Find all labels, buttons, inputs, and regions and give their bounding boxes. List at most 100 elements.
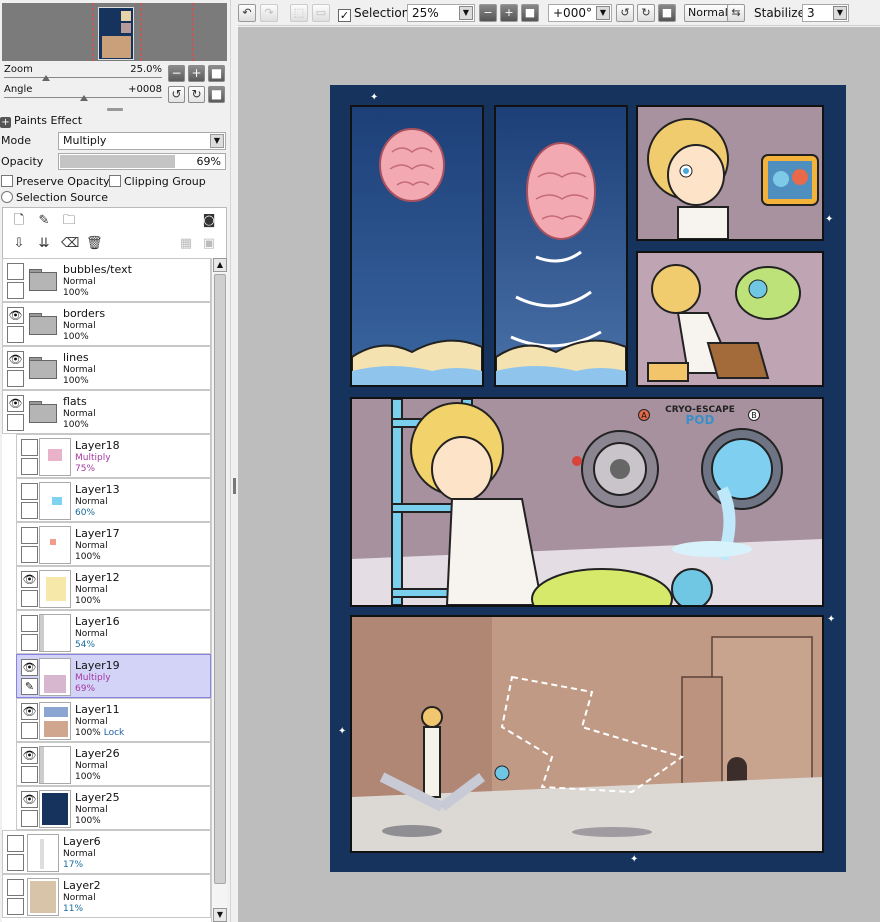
canvas-area[interactable]: ✦ ✦ ✦ ✦ ✦ CRYO-ESCAPE POD A B xyxy=(238,27,880,922)
brush-icon[interactable]: ✎ xyxy=(21,678,38,695)
selection-label: Selection xyxy=(354,6,410,20)
visibility-toggle[interactable] xyxy=(7,835,24,852)
rotate-left-button[interactable]: ↺ xyxy=(168,86,185,103)
navigator-preview[interactable] xyxy=(2,3,227,61)
toolbar-rotate-reset-button[interactable]: ■ xyxy=(658,4,676,22)
layer-select-toggle[interactable] xyxy=(21,546,38,563)
clipping-group-checkbox[interactable]: Clipping Group xyxy=(109,175,206,188)
preserve-opacity-checkbox[interactable]: Preserve Opacity xyxy=(1,175,110,188)
layer-row[interactable]: 👁 Layer11 Normal 100% Lock xyxy=(16,698,211,742)
zoom-combo[interactable]: 25% ▼ xyxy=(407,4,475,22)
comic-page[interactable]: ✦ ✦ ✦ ✦ ✦ CRYO-ESCAPE POD A B xyxy=(330,85,846,872)
layer-select-toggle[interactable] xyxy=(21,634,38,651)
layer-row[interactable]: Layer16 Normal 54% xyxy=(16,610,211,654)
toolbar-zoom-reset-button[interactable]: ■ xyxy=(521,4,539,22)
visibility-toggle[interactable] xyxy=(21,483,38,500)
eye-icon[interactable]: 👁 xyxy=(21,791,38,808)
layer-select-toggle[interactable] xyxy=(7,898,24,915)
layer-row[interactable]: 👁 Layer25 Normal 100% xyxy=(16,786,211,830)
layer-select-toggle[interactable] xyxy=(21,722,38,739)
layer-select-toggle[interactable] xyxy=(7,282,24,299)
visibility-toggle[interactable] xyxy=(21,439,38,456)
layer-select-toggle[interactable] xyxy=(7,414,24,431)
layer-select-toggle[interactable] xyxy=(21,810,38,827)
layer-row[interactable]: 👁 lines Normal 100% xyxy=(2,346,211,390)
layer-opacity-value: 11% xyxy=(63,904,84,914)
angle-thumb[interactable] xyxy=(80,95,88,101)
eye-icon[interactable]: 👁 xyxy=(7,351,24,368)
layer-mask-icon[interactable]: ◙ xyxy=(201,213,217,229)
zoom-thumb[interactable] xyxy=(42,75,50,81)
eye-icon[interactable]: 👁 xyxy=(7,395,24,412)
layer-row[interactable]: 👁 flats Normal 100% xyxy=(2,390,211,434)
left-panel: Zoom 25.0% Angle +0008 − + ■ ↺ ↻ ■ + Pain… xyxy=(0,0,230,922)
layer-select-toggle[interactable] xyxy=(21,458,38,475)
toolbar-rotate-right-button[interactable]: ↻ xyxy=(637,4,655,22)
paints-effect-toggle[interactable]: + Paints Effect xyxy=(0,114,82,128)
layer-row[interactable]: 👁 Layer12 Normal 100% xyxy=(16,566,211,610)
zoom-reset-button[interactable]: ■ xyxy=(208,65,225,82)
layer-row[interactable]: Layer6 Normal 17% xyxy=(2,830,211,874)
rotate-right-button[interactable]: ↻ xyxy=(188,86,205,103)
layer-select-toggle[interactable] xyxy=(7,370,24,387)
delete-layer-icon[interactable]: 🗑 xyxy=(86,236,103,252)
scroll-thumb[interactable] xyxy=(214,274,226,884)
layer-scrollbar[interactable]: ▲ ▼ xyxy=(211,258,227,922)
angle-combo[interactable]: +000° ▼ xyxy=(548,4,612,22)
layer-row[interactable]: 👁 borders Normal 100% xyxy=(2,302,211,346)
panel-splitter[interactable] xyxy=(230,0,238,922)
zoom-out-button[interactable]: − xyxy=(168,65,185,82)
new-layer-icon[interactable]: 🗋 xyxy=(11,213,27,229)
layer-select-toggle[interactable] xyxy=(21,766,38,783)
new-linework-layer-icon[interactable]: ✎ xyxy=(36,213,52,229)
layer-row[interactable]: Layer17 Normal 100% xyxy=(16,522,211,566)
panel-grip[interactable] xyxy=(107,108,123,111)
layer-name: Layer26 xyxy=(75,747,120,760)
layer-row[interactable]: 👁 ✎ Layer19 Multiply 69% xyxy=(16,654,211,698)
layer-row[interactable]: Layer2 Normal 11% xyxy=(2,874,211,918)
new-folder-icon[interactable]: 🗀 xyxy=(61,213,77,229)
layer-row[interactable]: bubbles/text Normal 100% xyxy=(2,258,211,302)
zoom-in-button[interactable]: + xyxy=(188,65,205,82)
toolbar-zoom-out-button[interactable]: − xyxy=(479,4,497,22)
layer-select-toggle[interactable] xyxy=(21,502,38,519)
undo-button[interactable]: ↶ xyxy=(238,4,256,22)
layer-row[interactable]: Layer18 Multiply 75% xyxy=(16,434,211,478)
visibility-toggle[interactable] xyxy=(21,527,38,544)
eye-icon[interactable]: 👁 xyxy=(21,659,38,676)
rotate-reset-button[interactable]: ■ xyxy=(208,86,225,103)
blend-mode-select[interactable]: Multiply ▼ xyxy=(58,132,226,150)
scroll-up-icon[interactable]: ▲ xyxy=(213,258,227,272)
layer-opacity-value: 100% xyxy=(75,728,101,738)
layer-blend-mode: Normal xyxy=(63,321,96,331)
visibility-toggle[interactable] xyxy=(7,263,24,280)
layer-select-toggle[interactable] xyxy=(7,854,24,871)
zoom-slider[interactable]: Zoom 25.0% xyxy=(2,64,164,84)
layer-row[interactable]: 👁 Layer26 Normal 100% xyxy=(16,742,211,786)
layer-row[interactable]: Layer13 Normal 60% xyxy=(16,478,211,522)
visibility-toggle[interactable] xyxy=(21,615,38,632)
redo-button: ↷ xyxy=(260,4,278,22)
navigator-viewport-mid xyxy=(141,3,142,61)
clear-layer-icon[interactable]: ⌫ xyxy=(61,236,79,252)
angle-slider[interactable]: Angle +0008 xyxy=(2,84,164,104)
toolbar-rotate-left-button[interactable]: ↺ xyxy=(616,4,634,22)
selection-source-radio[interactable]: Selection Source xyxy=(1,191,108,204)
selection-visibility-checkbox[interactable]: ✓ Selection xyxy=(338,6,409,22)
visibility-toggle[interactable] xyxy=(7,879,24,896)
layer-select-toggle[interactable] xyxy=(21,590,38,607)
flip-horizontal-button[interactable]: ⇆ xyxy=(727,4,745,22)
opacity-slider[interactable]: 69% xyxy=(58,153,226,170)
eye-icon[interactable]: 👁 xyxy=(21,571,38,588)
eye-icon[interactable]: 👁 xyxy=(21,703,38,720)
eye-icon[interactable]: 👁 xyxy=(7,307,24,324)
scroll-down-icon[interactable]: ▼ xyxy=(213,908,227,922)
blend-normal-button[interactable]: Normal xyxy=(684,4,732,22)
merge-down-icon[interactable]: ⇊ xyxy=(36,236,52,252)
eye-icon[interactable]: 👁 xyxy=(21,747,38,764)
stabilizer-combo[interactable]: 3 ▼ xyxy=(802,4,849,22)
toolbar-zoom-in-button[interactable]: + xyxy=(500,4,518,22)
opacity-value: 69% xyxy=(196,155,221,168)
transfer-down-icon[interactable]: ⇩ xyxy=(11,236,27,252)
layer-select-toggle[interactable] xyxy=(7,326,24,343)
